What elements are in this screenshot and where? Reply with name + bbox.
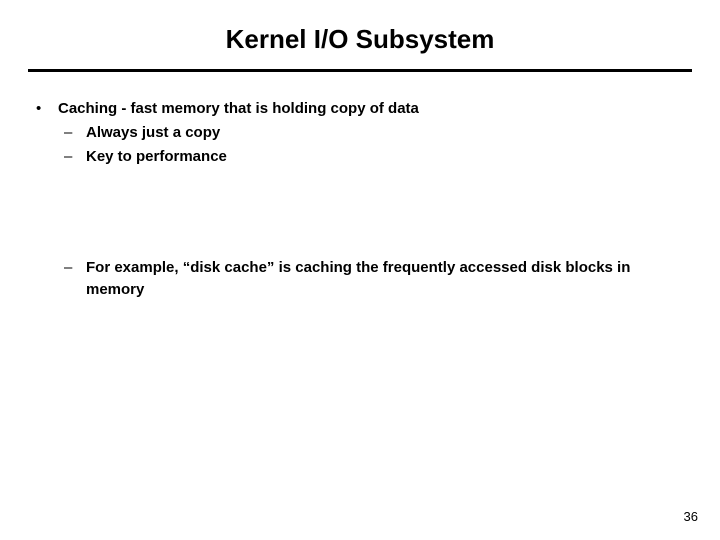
- list-item: For example, “disk cache” is caching the…: [58, 257, 690, 301]
- bullet-list: Caching - fast memory that is holding co…: [30, 98, 690, 301]
- list-item: Caching - fast memory that is holding co…: [30, 98, 690, 301]
- list-item: Key to performance: [58, 146, 690, 168]
- sub-list: Always just a copy Key to performance: [58, 122, 690, 168]
- page-title: Kernel I/O Subsystem: [0, 0, 720, 69]
- slide: Kernel I/O Subsystem Caching - fast memo…: [0, 0, 720, 540]
- spacer: [58, 169, 690, 255]
- list-item: Always just a copy: [58, 122, 690, 144]
- list-item-text: Key to performance: [86, 148, 227, 165]
- list-item-text: For example, “disk cache” is caching the…: [86, 259, 630, 298]
- list-item-text: Always just a copy: [86, 124, 220, 141]
- page-number: 36: [684, 509, 698, 524]
- slide-body: Caching - fast memory that is holding co…: [0, 72, 720, 301]
- sub-list: For example, “disk cache” is caching the…: [58, 257, 690, 301]
- list-item-text: Caching - fast memory that is holding co…: [58, 100, 419, 117]
